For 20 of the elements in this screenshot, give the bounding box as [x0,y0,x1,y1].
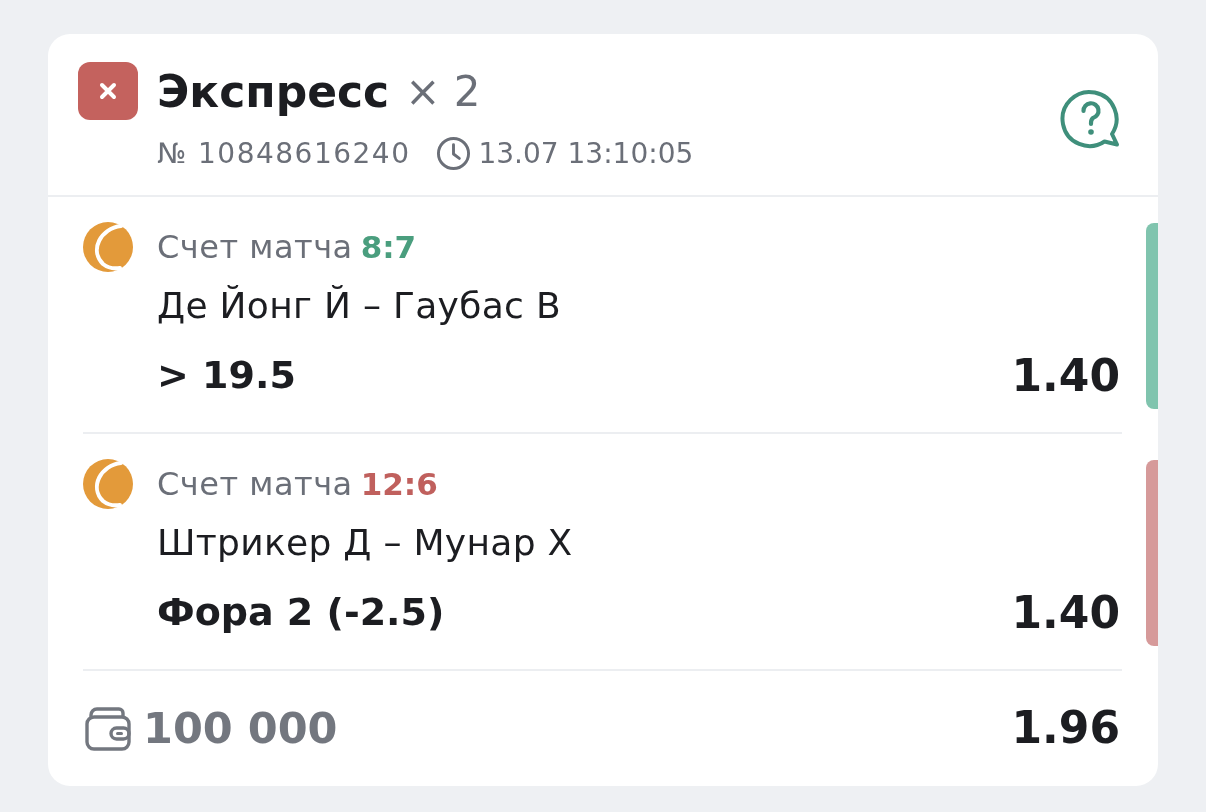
match-teams: Штрикер Д – Мунар Х [157,521,574,565]
tennis-ball-icon [83,459,133,509]
total-odds: 1.96 [1011,702,1120,753]
bet-outcome: > 19.5 [157,353,296,397]
bet-datetime: 13.07 13:10:05 [478,136,694,170]
market-label: Счет матча [157,465,353,503]
multiplier-text: × 2 [405,66,481,116]
wallet-icon [85,704,131,751]
stake-amount: 100 000 [143,702,339,753]
tennis-ball-icon [83,222,133,272]
odds-value: 1.40 [1011,349,1120,401]
match-score: 12:6 [360,466,438,502]
market-label: Счет матча [157,228,353,266]
bet-number: № 10848616240 [157,136,411,170]
bet-outcome: Фора 2 (-2.5) [157,590,445,634]
match-teams: Де Йонг Й – Гаубас В [157,284,562,328]
match-score: 8:7 [360,229,417,265]
odds-value: 1.40 [1011,586,1120,638]
bet-title: Экспресс [157,65,390,117]
clock-icon [436,135,472,171]
